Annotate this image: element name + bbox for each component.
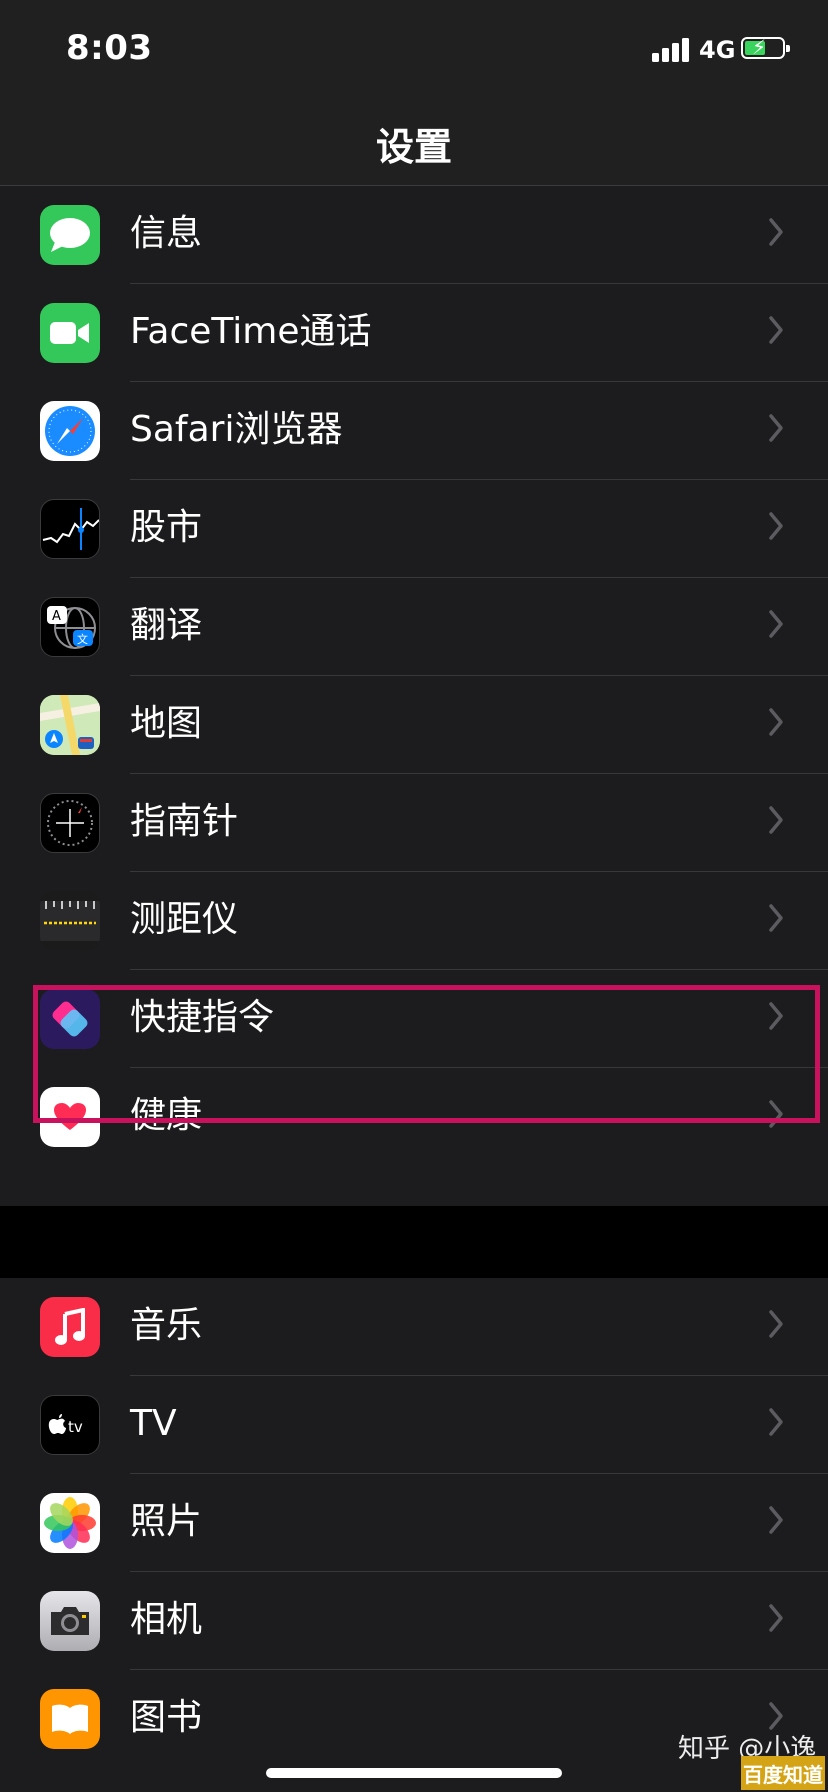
chevron-right-icon xyxy=(769,806,783,834)
settings-row-facetime[interactable]: FaceTime通话 xyxy=(0,284,828,382)
settings-row-label: 信息 xyxy=(130,213,203,254)
chevron-right-icon xyxy=(769,414,783,442)
settings-row-label: 相机 xyxy=(130,1599,203,1640)
settings-row-label: 测距仪 xyxy=(130,899,239,940)
settings-group-apps: 电话 信息 FaceTime通话 Safari浏览器 股市 xyxy=(0,88,828,1206)
charging-bolt-icon: ⚡ xyxy=(752,35,767,59)
settings-row-tv[interactable]: tv TV xyxy=(0,1376,828,1474)
settings-row-label: 股市 xyxy=(130,507,203,548)
settings-group-media: 音乐 tv TV 照片 相机 图书 xyxy=(0,1278,828,1792)
settings-row-label: 翻译 xyxy=(130,605,203,646)
camera-icon xyxy=(40,1591,100,1651)
ruler-icon xyxy=(40,891,100,951)
chevron-right-icon xyxy=(769,1604,783,1632)
chevron-right-icon xyxy=(769,218,783,246)
settings-row-photos[interactable]: 照片 xyxy=(0,1474,828,1572)
settings-row-label: 快捷指令 xyxy=(130,997,275,1038)
translate-globe-icon: A文 xyxy=(40,597,100,657)
settings-row-label: TV xyxy=(130,1403,177,1444)
chevron-right-icon xyxy=(769,316,783,344)
settings-row-maps[interactable]: 地图 xyxy=(0,676,828,774)
chevron-right-icon xyxy=(769,904,783,932)
settings-row-translate[interactable]: A文 翻译 xyxy=(0,578,828,676)
music-note-icon xyxy=(40,1297,100,1357)
settings-row-stocks[interactable]: 股市 xyxy=(0,480,828,578)
network-type: 4G xyxy=(699,36,736,64)
photos-flower-icon xyxy=(40,1493,100,1553)
watermark-badge: 百度知道 xyxy=(741,1756,825,1790)
navigation-bar: 设置 xyxy=(0,100,828,186)
settings-row-label: FaceTime通话 xyxy=(130,311,372,352)
settings-row-health[interactable]: 健康 xyxy=(0,1068,828,1166)
settings-row-safari[interactable]: Safari浏览器 xyxy=(0,382,828,480)
svg-text:A: A xyxy=(52,609,61,624)
chevron-right-icon xyxy=(769,1702,783,1730)
chevron-right-icon xyxy=(769,512,783,540)
settings-row-shortcuts[interactable]: 快捷指令 xyxy=(0,970,828,1068)
message-bubble-icon xyxy=(40,205,100,265)
status-bar: 8:03 4G ⚡ xyxy=(0,0,828,100)
settings-row-label: 图书 xyxy=(130,1697,203,1738)
book-icon xyxy=(40,1689,100,1749)
chevron-right-icon xyxy=(769,1310,783,1338)
settings-row-label: Safari浏览器 xyxy=(130,409,343,450)
heart-icon xyxy=(40,1087,100,1147)
home-indicator[interactable] xyxy=(266,1768,562,1778)
stocks-chart-icon xyxy=(40,499,100,559)
settings-row-label: 照片 xyxy=(130,1501,203,1542)
settings-row-compass[interactable]: 指南针 xyxy=(0,774,828,872)
apple-tv-icon: tv xyxy=(40,1395,100,1455)
chevron-right-icon xyxy=(769,1408,783,1436)
svg-text:文: 文 xyxy=(77,632,88,646)
settings-row-messages[interactable]: 信息 xyxy=(0,186,828,284)
shortcuts-icon xyxy=(40,989,100,1049)
settings-row-music[interactable]: 音乐 xyxy=(0,1278,828,1376)
settings-row-label: 健康 xyxy=(130,1095,203,1136)
cellular-signal-icon xyxy=(652,38,692,62)
svg-text:tv: tv xyxy=(68,1418,83,1436)
chevron-right-icon xyxy=(769,610,783,638)
chevron-right-icon xyxy=(769,708,783,736)
settings-row-label: 音乐 xyxy=(130,1305,203,1346)
settings-row-camera[interactable]: 相机 xyxy=(0,1572,828,1670)
chevron-right-icon xyxy=(769,1506,783,1534)
settings-row-label: 地图 xyxy=(130,703,203,744)
map-icon xyxy=(40,695,100,755)
chevron-right-icon xyxy=(769,1002,783,1030)
page-title: 设置 xyxy=(375,125,452,169)
chevron-right-icon xyxy=(769,1100,783,1128)
battery-charging-icon: ⚡ xyxy=(741,35,790,59)
video-camera-icon xyxy=(40,303,100,363)
settings-row-label: 指南针 xyxy=(130,801,239,842)
compass-icon xyxy=(40,401,100,461)
settings-row-measure[interactable]: 测距仪 xyxy=(0,872,828,970)
status-time: 8:03 xyxy=(66,28,153,68)
compass-dial-icon xyxy=(40,793,100,853)
